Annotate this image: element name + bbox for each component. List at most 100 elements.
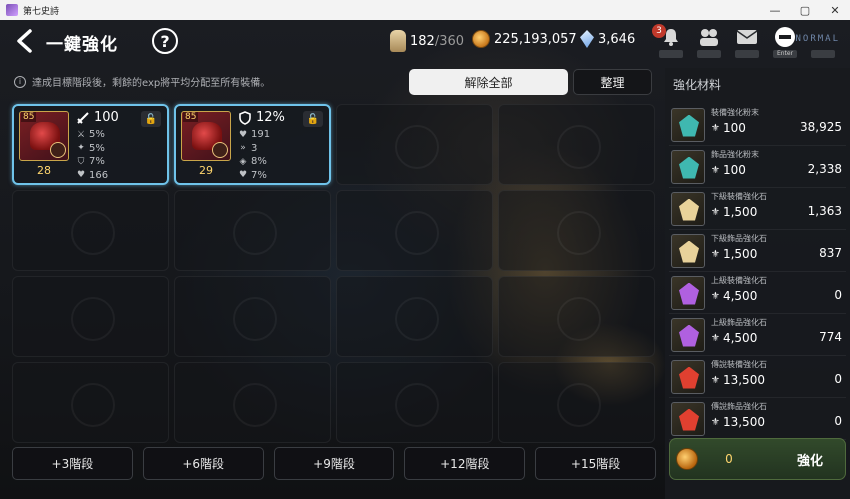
header: 一鍵強化 ? 182 /360 225,193,057 3,646 3 Ente… bbox=[0, 20, 850, 62]
material-item[interactable]: 上級飾品強化石 ⚜ 4,500 774 bbox=[669, 314, 846, 356]
enhance-stone-icon bbox=[671, 191, 705, 226]
material-count: 837 bbox=[819, 246, 842, 260]
enhance-stone-icon bbox=[671, 149, 705, 184]
empty-slot[interactable] bbox=[174, 190, 331, 271]
equipment-thumbnail: 85 bbox=[19, 111, 69, 161]
equipment-thumbnail: 85 bbox=[181, 111, 231, 161]
material-item[interactable]: 下級飾品強化石 ⚜ 1,500 837 bbox=[669, 230, 846, 272]
sub-stat-value: 7% bbox=[251, 169, 267, 181]
material-cost: ⚜ 13,500 bbox=[711, 415, 765, 429]
sub-stat-value: 5% bbox=[89, 142, 105, 154]
empty-slot[interactable] bbox=[498, 104, 655, 185]
material-item[interactable]: 裝備強化粉末 ⚜ 100 38,925 bbox=[669, 104, 846, 146]
page-title: 一鍵強化 bbox=[46, 35, 118, 55]
empty-slot[interactable] bbox=[336, 104, 493, 185]
material-item[interactable]: 下級裝備強化石 ⚜ 1,500 1,363 bbox=[669, 188, 846, 230]
unlock-icon[interactable]: 🔓 bbox=[303, 111, 323, 127]
enhance-level: 28 bbox=[37, 164, 51, 177]
sort-button[interactable]: 整理 bbox=[573, 69, 652, 95]
exp-icon: ⚜ bbox=[711, 290, 720, 302]
notification-bell-button[interactable]: 3 bbox=[652, 24, 686, 60]
heart-icon: ♥ bbox=[76, 170, 86, 181]
sub-stat-value: 191 bbox=[251, 129, 271, 140]
enhance-stone-icon bbox=[671, 275, 705, 310]
equipment-item-level: 85 bbox=[21, 112, 37, 122]
gold-value: 225,193,057 bbox=[494, 31, 577, 47]
notification-badge: 3 bbox=[652, 24, 666, 38]
set-emblem-icon bbox=[212, 142, 228, 158]
hotkey-hint bbox=[697, 50, 721, 58]
enhance-button[interactable]: 0 強化 bbox=[669, 438, 846, 480]
shield-icon bbox=[239, 110, 251, 125]
tier-plus15-button[interactable]: +15階段 bbox=[535, 447, 656, 480]
mail-button[interactable] bbox=[732, 26, 762, 60]
equipment-slot[interactable]: 85 28 100 ⚔ 5% ✦ 5% ⛉ 7% ♥ 166 🔓 bbox=[12, 104, 169, 185]
material-item[interactable]: 上級裝備強化石 ⚜ 4,500 0 bbox=[669, 272, 846, 314]
equipment-slot[interactable]: 85 29 12% ♥ 191 » 3 ◈ 8% ♥ 7% 🔓 bbox=[174, 104, 331, 185]
empty-slot[interactable] bbox=[174, 362, 331, 443]
empty-slot[interactable] bbox=[336, 190, 493, 271]
empty-slot[interactable] bbox=[174, 276, 331, 357]
tier-plus9-button[interactable]: +9階段 bbox=[273, 447, 395, 480]
material-cost-value: 4,500 bbox=[722, 289, 758, 303]
maximize-button[interactable]: ▢ bbox=[790, 0, 820, 20]
material-name: 傳說飾品強化石 bbox=[711, 402, 767, 411]
sword-icon bbox=[77, 111, 89, 124]
speed-icon: » bbox=[240, 143, 246, 154]
empty-slot[interactable] bbox=[498, 362, 655, 443]
close-button[interactable]: ✕ bbox=[820, 0, 850, 20]
empty-slot[interactable] bbox=[336, 362, 493, 443]
material-name: 上級飾品強化石 bbox=[711, 318, 767, 327]
material-item[interactable]: 傳說飾品強化石 ⚜ 13,500 0 bbox=[669, 398, 846, 440]
hotkey-hint bbox=[735, 50, 759, 58]
window-title: 第七史詩 bbox=[23, 6, 60, 17]
app-icon bbox=[6, 4, 18, 16]
sub-stat-value: 5% bbox=[89, 129, 105, 140]
sub-stat-value: 7% bbox=[89, 156, 105, 167]
unequip-all-button[interactable]: 解除全部 bbox=[409, 69, 568, 95]
hotkey-hint bbox=[659, 50, 683, 58]
unlock-icon[interactable]: 🔓 bbox=[141, 111, 161, 127]
minimize-button[interactable]: — bbox=[760, 0, 790, 20]
gold-coin-icon bbox=[676, 448, 698, 470]
tier-plus3-button[interactable]: +3階段 bbox=[12, 447, 133, 480]
sub-stat-value: 166 bbox=[89, 169, 109, 181]
empty-slot[interactable] bbox=[336, 276, 493, 357]
users-icon bbox=[697, 26, 721, 48]
empty-slot[interactable] bbox=[498, 276, 655, 357]
set-emblem-icon bbox=[50, 142, 66, 158]
enhance-stone-icon bbox=[671, 107, 705, 142]
enhance-stone-icon bbox=[671, 401, 705, 436]
material-cost-value: 1,500 bbox=[722, 247, 758, 261]
hotkey-hint bbox=[811, 50, 835, 58]
material-name: 傳說裝備強化石 bbox=[711, 360, 767, 369]
tier-plus12-button[interactable]: +12階段 bbox=[404, 447, 526, 480]
sub-stat-value: 3 bbox=[251, 142, 258, 154]
tier-plus6-button[interactable]: +6階段 bbox=[142, 447, 264, 480]
help-button[interactable]: ? bbox=[152, 28, 178, 54]
material-cost-value: 4,500 bbox=[722, 331, 758, 345]
main-stat-value: 100 bbox=[94, 110, 119, 125]
crystal-value: 3,646 bbox=[598, 31, 636, 47]
material-name: 飾品強化粉末 bbox=[711, 150, 759, 159]
empty-slot[interactable] bbox=[12, 276, 169, 357]
chat-icon bbox=[773, 26, 797, 48]
empty-slot[interactable] bbox=[12, 190, 169, 271]
stamina-icon bbox=[390, 30, 406, 52]
friends-button[interactable] bbox=[694, 26, 724, 60]
material-name: 下級飾品強化石 bbox=[711, 234, 767, 243]
empty-slot[interactable] bbox=[12, 362, 169, 443]
material-count: 774 bbox=[819, 330, 842, 344]
empty-slot[interactable] bbox=[498, 190, 655, 271]
mail-icon bbox=[735, 26, 759, 48]
crystal-icon bbox=[580, 30, 594, 48]
exp-icon: ⚜ bbox=[711, 416, 720, 428]
back-button[interactable] bbox=[12, 28, 38, 54]
sub-stat-value: 8% bbox=[251, 156, 267, 167]
material-cost: ⚜ 4,500 bbox=[711, 331, 757, 345]
info-text: 達成目標階段後，剩餘的exp將平均分配至所有裝備。 bbox=[32, 78, 271, 89]
enhance-stone-icon bbox=[671, 233, 705, 268]
material-name: 下級裝備強化石 bbox=[711, 192, 767, 201]
material-item[interactable]: 傳說裝備強化石 ⚜ 13,500 0 bbox=[669, 356, 846, 398]
material-item[interactable]: 飾品強化粉末 ⚜ 100 2,338 bbox=[669, 146, 846, 188]
